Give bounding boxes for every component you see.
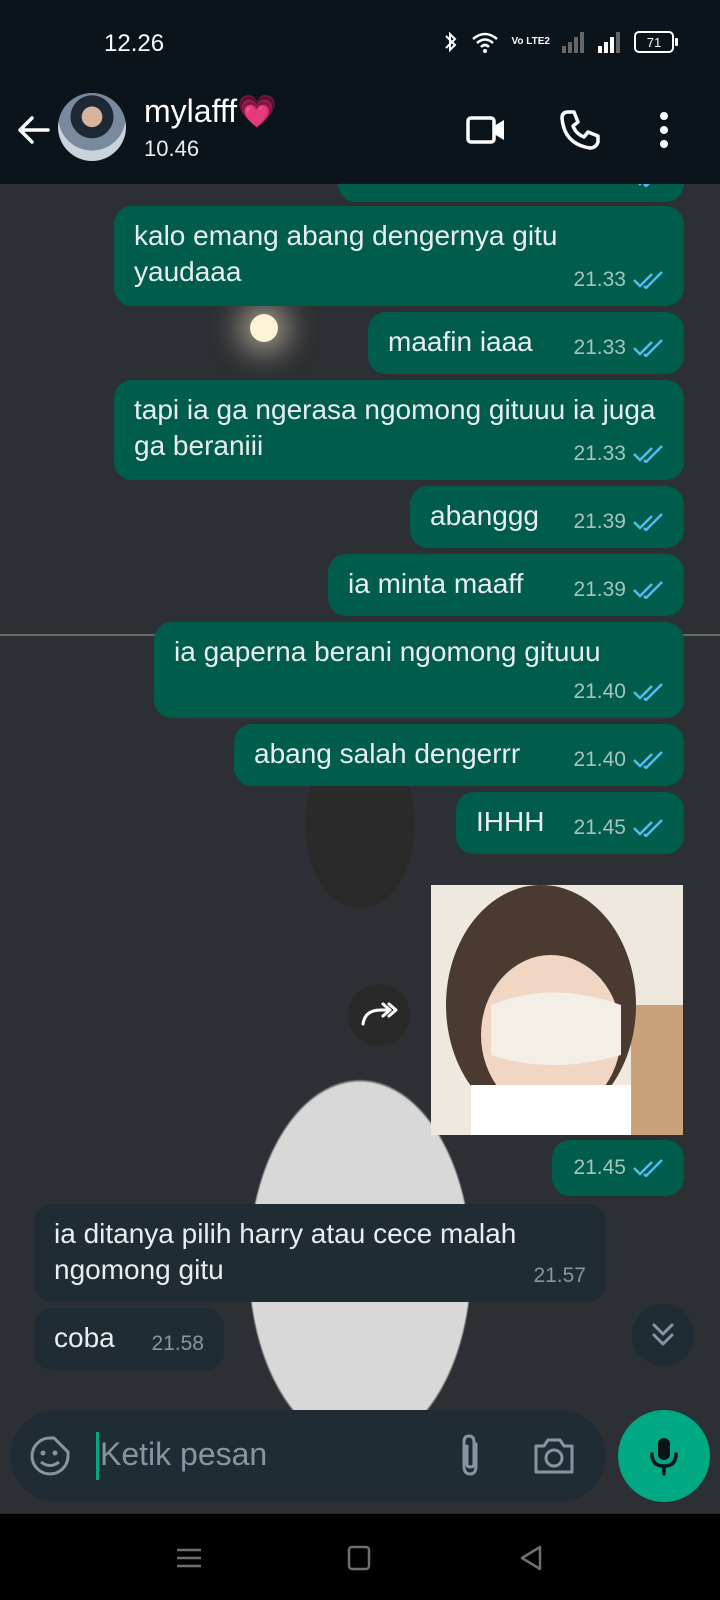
double-check-icon [633, 271, 663, 289]
message-time: 21.40 [573, 680, 626, 703]
bluetooth-icon [445, 31, 457, 53]
message-time: 21.40 [573, 748, 626, 771]
message-bubble[interactable]: ia gaperna berani ngomong gituuu 21.40 [154, 622, 684, 718]
photo-thumbnail [431, 885, 683, 1135]
scroll-down-button[interactable] [632, 1304, 694, 1366]
text-cursor [96, 1432, 99, 1480]
message-text: ia ditanya pilih harry atau cece malah n… [54, 1218, 517, 1285]
message-bubble[interactable]: ia ditanya pilih harry atau cece malah n… [34, 1204, 606, 1302]
system-nav-bar [0, 1514, 720, 1600]
message-text: ia gaperna berani ngomong gituuu [174, 636, 601, 667]
camera-icon[interactable] [530, 1434, 578, 1478]
message-time: 21.58 [151, 1332, 204, 1355]
paperclip-icon[interactable] [448, 1432, 492, 1480]
message-bubble[interactable]: abanggg 21.39 [410, 486, 684, 548]
message-bubble[interactable]: kalo emang abang dengernya gitu yaudaaa … [114, 206, 684, 306]
chat-header: mylafff💗 10.46 [0, 88, 720, 184]
message-input[interactable]: Ketik pesan [100, 1436, 267, 1473]
avatar[interactable] [58, 93, 126, 161]
back-nav-icon[interactable] [516, 1544, 546, 1572]
chat-area[interactable]: 21.33 kalo emang abang dengernya gitu ya… [0, 184, 720, 1514]
double-check-icon [633, 445, 663, 463]
microphone-button[interactable] [618, 1410, 710, 1502]
message-bubble[interactable]: abang salah dengerrr 21.40 [234, 724, 684, 786]
double-chevron-down-icon [652, 1323, 674, 1346]
double-check-icon [633, 683, 663, 701]
video-camera-icon[interactable] [462, 106, 510, 154]
message-bubble[interactable]: 21.45 [552, 1140, 684, 1196]
double-check-icon [633, 581, 663, 599]
status-bar: 12.26 Vo LTE2 71 [0, 0, 720, 88]
forward-button[interactable] [348, 984, 410, 1046]
sticker-icon[interactable] [28, 1434, 72, 1478]
message-input-bar[interactable]: Ketik pesan [10, 1410, 606, 1502]
message-bubble[interactable]: tapi ia ga ngerasa ngomong gituuu ia jug… [114, 380, 684, 480]
double-check-icon [633, 819, 663, 837]
image-message[interactable] [431, 885, 683, 1135]
contact-status: 10.46 [144, 136, 200, 161]
message-time: 21.45 [573, 816, 626, 839]
home-icon[interactable] [344, 1544, 374, 1572]
wallpaper-light [250, 314, 278, 342]
arrow-left-icon[interactable] [14, 110, 54, 150]
message-bubble[interactable]: maafin iaaa 21.33 [368, 312, 684, 374]
lte-label: Vo LTE2 [511, 36, 550, 47]
message-bubble[interactable]: IHHH 21.45 [456, 792, 684, 854]
signal-1-icon [562, 32, 584, 53]
status-icons: Vo LTE2 71 [443, 30, 678, 54]
message-bubble[interactable]: coba 21.58 [34, 1308, 224, 1370]
signal-2-icon [598, 32, 620, 53]
double-check-icon [633, 751, 663, 769]
message-time: 21.57 [533, 1264, 586, 1287]
forward-icon [361, 1002, 398, 1026]
more-vertical-icon[interactable] [640, 106, 688, 154]
message-time: 21.33 [573, 336, 626, 359]
contact-name[interactable]: mylafff💗 [144, 92, 277, 130]
phone-icon[interactable] [556, 106, 604, 154]
double-check-icon [633, 1159, 663, 1177]
message-time: 21.39 [573, 578, 626, 601]
message-time: 21.39 [573, 510, 626, 533]
message-time: 21.45 [573, 1156, 626, 1179]
wifi-icon [472, 32, 499, 53]
microphone-icon [650, 1438, 678, 1476]
battery-icon: 71 [634, 31, 678, 53]
message-time: 21.33 [573, 442, 626, 465]
message-bubble[interactable]: 21.33 [338, 184, 684, 202]
message-time: 21.33 [573, 268, 626, 291]
status-time: 12.26 [104, 30, 165, 57]
message-time: 21.33 [573, 184, 626, 196]
double-check-icon [633, 339, 663, 357]
double-check-icon [638, 184, 650, 187]
menu-icon[interactable] [174, 1544, 204, 1572]
double-check-icon [633, 513, 663, 531]
message-bubble[interactable]: ia minta maaff 21.39 [328, 554, 684, 616]
